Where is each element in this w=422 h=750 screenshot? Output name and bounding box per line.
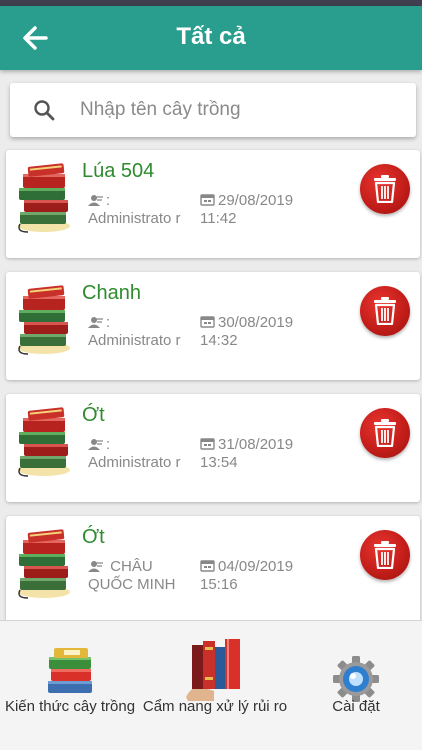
handbook-icon [186,639,240,701]
calendar-icon [200,194,216,206]
tab-knowledge[interactable]: Kiến thức cây trồng [0,621,140,750]
page-title: Tất cả [176,23,246,50]
crop-thumbnail-icon [14,404,74,480]
user-icon [88,194,104,206]
app-bar: Tất cả [0,6,422,70]
crop-author: CHÂU QUỐC MINH [88,558,188,594]
crop-author: : Administrato r [88,314,188,350]
crop-card[interactable]: Ớt CHÂU QUỐC MINH 04/09/2019 15:16 [6,516,420,624]
crop-name: Chanh [82,282,141,304]
back-button[interactable] [18,20,54,56]
crop-date: 04/09/2019 [218,558,294,575]
crop-date: 29/08/2019 [218,192,294,209]
crop-author: : Administrato r [88,192,188,228]
books-icon [48,648,92,693]
tab-handbook-label: Cẩm nang xử lý rủi ro [142,698,288,715]
search-input[interactable] [80,93,400,127]
calendar-icon [200,316,216,328]
tab-settings-label: Cài đặt [332,698,380,715]
user-icon [88,316,104,328]
search-bar [10,83,416,137]
crop-thumbnail-icon [14,282,74,358]
delete-button[interactable] [360,408,410,458]
crop-author: : Administrato r [88,436,188,472]
calendar-icon [200,438,216,450]
tab-settings[interactable]: Cài đặt [290,621,422,750]
user-icon [88,438,104,450]
crop-thumbnail-icon [14,526,74,602]
crop-name: Ớt [82,526,105,548]
calendar-icon [200,560,216,572]
crop-timestamp: 31/08/2019 13:54 [200,436,330,472]
search-icon [34,100,55,121]
crop-time: 13:54 [200,454,238,471]
delete-button[interactable] [360,164,410,214]
crop-timestamp: 04/09/2019 15:16 [200,558,330,594]
crop-thumbnail-icon [14,160,74,236]
tab-handbook[interactable]: Cẩm nang xử lý rủi ro [140,621,290,750]
crop-date: 31/08/2019 [218,436,294,453]
user-icon [88,560,104,572]
crop-card[interactable]: Lúa 504 : Administrato r 29/08/2019 11:4… [6,150,420,258]
delete-button[interactable] [360,530,410,580]
bottom-nav: Kiến thức cây trồng Cẩm nang xử lý rủi r… [0,620,422,750]
crop-card[interactable]: Ớt : Administrato r 31/08/2019 13:54 [6,394,420,502]
crop-date: 30/08/2019 [218,314,294,331]
gear-icon [333,656,379,702]
crop-timestamp: 29/08/2019 11:42 [200,192,330,228]
crop-time: 15:16 [200,576,238,593]
crop-name: Ớt [82,404,105,426]
delete-button[interactable] [360,286,410,336]
crop-time: 14:32 [200,332,238,349]
arrow-left-icon [23,26,48,50]
tab-knowledge-label: Kiến thức cây trồng [4,698,136,715]
crop-time: 11:42 [200,210,237,227]
crop-timestamp: 30/08/2019 14:32 [200,314,330,350]
crop-card[interactable]: Chanh : Administrato r 30/08/2019 14:32 [6,272,420,380]
crop-name: Lúa 504 [82,160,155,182]
